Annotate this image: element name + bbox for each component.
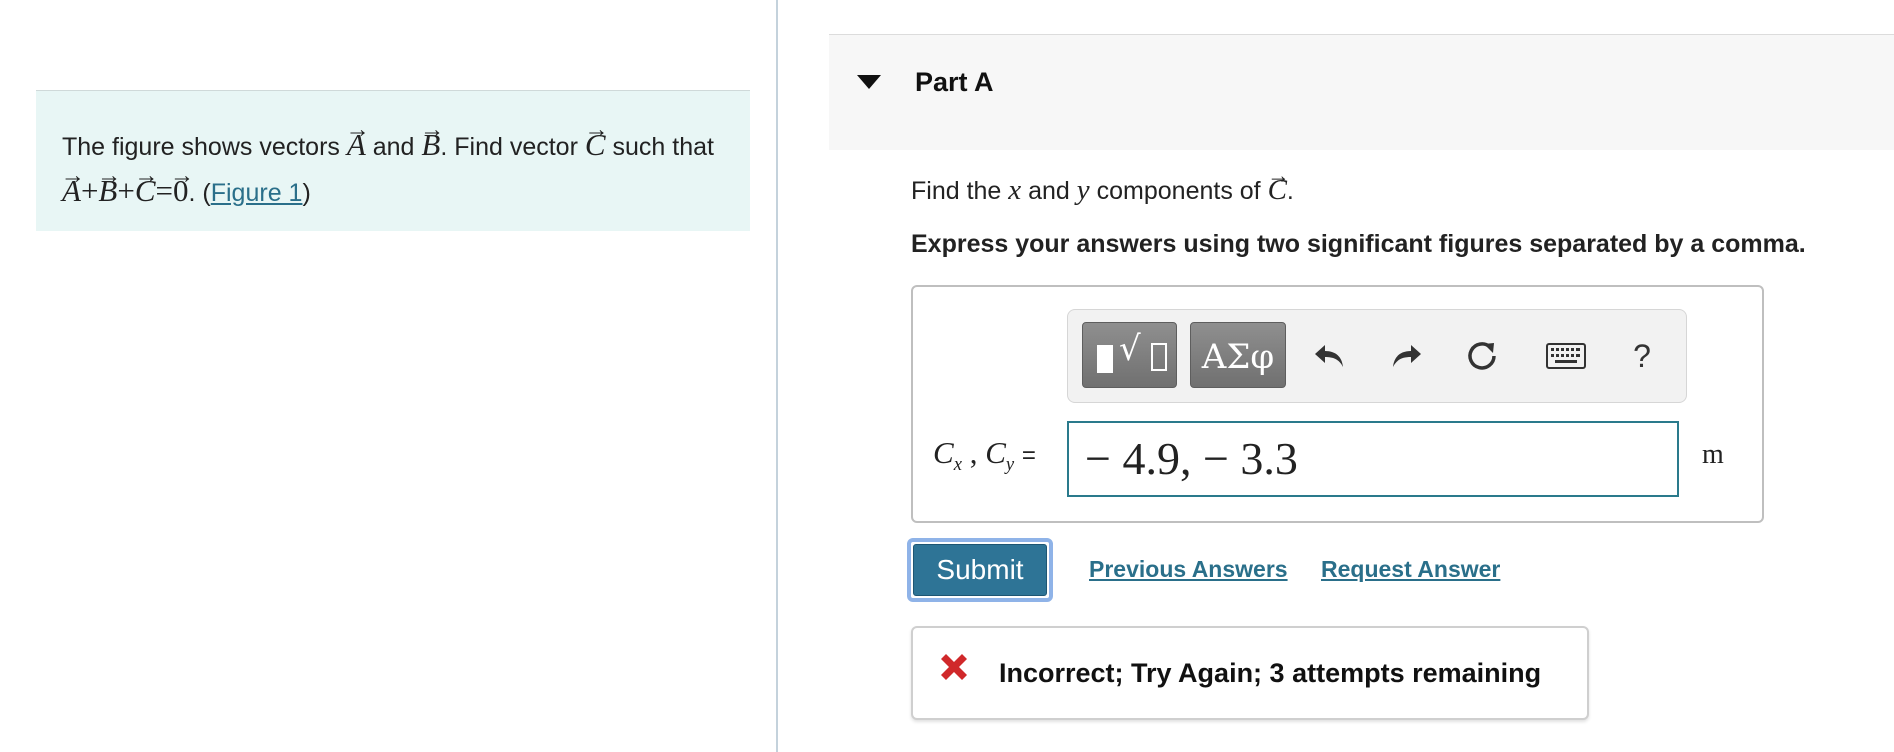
symbols-label: ΑΣφ xyxy=(1201,337,1275,377)
figure-1-link[interactable]: Figure 1 xyxy=(211,179,303,207)
answer-label: Cx , Cy = xyxy=(933,435,1036,476)
problem-text: and xyxy=(372,133,415,161)
vector-b: B xyxy=(421,123,440,167)
label-c: C xyxy=(985,435,1006,470)
submit-button[interactable]: Submit xyxy=(907,538,1053,602)
collapse-caret-icon[interactable] xyxy=(857,75,881,89)
templates-button[interactable]: √ xyxy=(1082,322,1177,388)
zero-vector: 0 xyxy=(173,169,189,213)
variable-x: x xyxy=(1008,174,1022,206)
math-toolbar: √ ΑΣφ ? xyxy=(1067,309,1687,403)
part-a-header: Part A xyxy=(829,34,1894,150)
vector-c: C xyxy=(585,123,606,167)
question-text: and xyxy=(1028,177,1070,205)
question-text: components of xyxy=(1096,177,1261,205)
label-subscript-y: y xyxy=(1005,454,1015,476)
vector-a: A xyxy=(347,123,366,167)
help-button[interactable]: ? xyxy=(1618,330,1666,382)
request-answer-link[interactable]: Request Answer xyxy=(1321,556,1500,583)
answer-unit: m xyxy=(1702,439,1724,470)
column-divider xyxy=(776,0,778,752)
label-subscript-x: x xyxy=(953,454,962,476)
redo-icon xyxy=(1393,345,1421,367)
problem-text: such that xyxy=(612,133,714,161)
label-separator: , xyxy=(961,435,986,470)
part-title: Part A xyxy=(915,67,994,97)
question-text: Find the xyxy=(911,177,1002,205)
vector-c: C xyxy=(1268,170,1287,210)
answer-input[interactable]: − 4.9, − 3.3 xyxy=(1067,421,1679,497)
incorrect-x-icon xyxy=(941,654,967,680)
undo-icon xyxy=(1315,345,1343,367)
feedback-box: Incorrect; Try Again; 3 attempts remaini… xyxy=(911,626,1589,720)
vector-c: C xyxy=(135,169,156,213)
radical-icon: √ xyxy=(1119,329,1141,369)
undo-button[interactable] xyxy=(1306,330,1354,382)
keyboard-icon xyxy=(1546,343,1586,369)
label-c: C xyxy=(933,435,954,470)
previous-answers-link[interactable]: Previous Answers xyxy=(1089,556,1288,583)
variable-y: y xyxy=(1076,174,1090,206)
vector-a: A xyxy=(62,169,81,213)
symbols-button[interactable]: ΑΣφ xyxy=(1190,322,1286,388)
redo-button[interactable] xyxy=(1382,330,1430,382)
reset-button[interactable] xyxy=(1458,330,1506,382)
question-prompt: Find the x and y components of C. xyxy=(911,170,1294,211)
problem-text: . Find vector xyxy=(440,133,578,161)
problem-text: ) xyxy=(302,179,311,207)
submit-label: Submit xyxy=(913,544,1047,596)
feedback-message: Incorrect; Try Again; 3 attempts remaini… xyxy=(999,658,1542,688)
keyboard-button[interactable] xyxy=(1534,330,1598,382)
label-equals: = xyxy=(1021,442,1036,469)
reset-icon xyxy=(1468,342,1496,370)
answer-instruction: Express your answers using two significa… xyxy=(911,230,1806,258)
templates-icon xyxy=(1097,345,1113,373)
problem-statement: The figure shows vectors A and B. Find v… xyxy=(36,90,750,231)
answer-box: √ ΑΣφ ? Cx , Cy = − 4.9, − 3.3 m xyxy=(911,285,1764,523)
placeholder-box-icon xyxy=(1151,343,1167,371)
vector-b: B xyxy=(98,169,117,213)
